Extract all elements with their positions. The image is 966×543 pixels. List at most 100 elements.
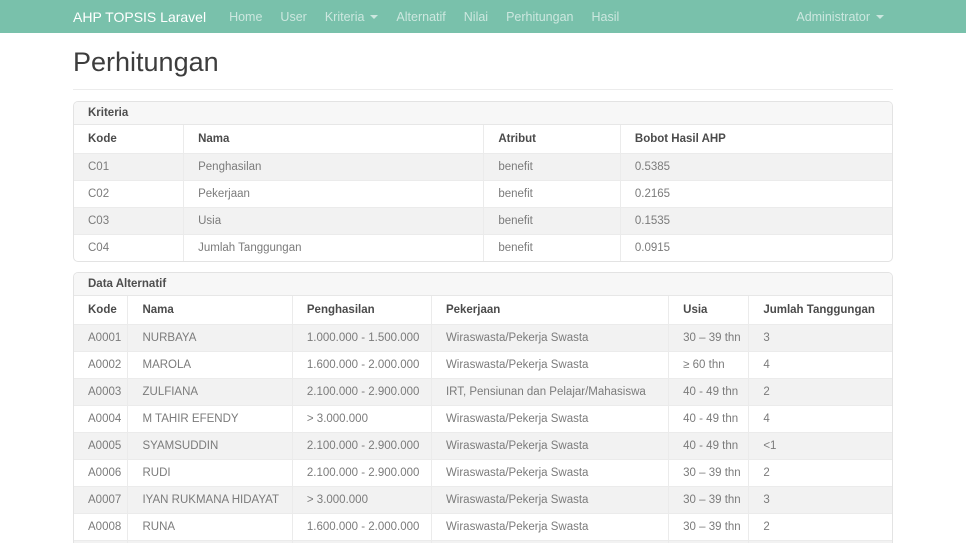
table-cell: 2.100.000 - 2.900.000 (291, 378, 432, 406)
nav-item-alternatif[interactable]: Alternatif (387, 10, 454, 24)
table-cell: Wiraswasta/Pekerja Swasta (430, 351, 670, 379)
user-menu-administrator[interactable]: Administrator (787, 10, 893, 24)
column-header-pekerjaan: Pekerjaan (430, 296, 670, 325)
nav-item-label: User (280, 9, 307, 24)
table-cell: RUNA (127, 513, 293, 541)
table-cell: A0004 (74, 405, 129, 433)
table-cell: 40 - 49 thn (668, 432, 750, 460)
title-divider (73, 89, 893, 90)
table-cell: A0008 (74, 513, 129, 541)
table-cell: 1.000.000 - 1.500.000 (291, 324, 432, 352)
table-cell: 2.100.000 - 2.900.000 (291, 459, 432, 487)
brand-link[interactable]: AHP TOPSIS Laravel (73, 9, 206, 25)
table-cell: C02 (74, 180, 185, 208)
column-header-kode: Kode (74, 296, 129, 325)
table-cell: C03 (74, 207, 185, 235)
table-cell: 30 – 39 thn (668, 324, 750, 352)
nav-item-label: Kriteria (324, 9, 365, 24)
table-row: C03 Usia benefit 0.1535 (74, 207, 892, 235)
table-cell: A0005 (74, 432, 129, 460)
main-content: Perhitungan Kriteria Kode Nama Atribut B… (73, 47, 893, 543)
table-cell: A0003 (74, 378, 129, 406)
table-cell: 40 - 49 thn (668, 378, 750, 406)
alternatif-table: Kode Nama Penghasilan Pekerjaan Usia Jum… (74, 296, 892, 543)
table-cell: benefit (483, 207, 621, 235)
kriteria-card: Kriteria Kode Nama Atribut Bobot Hasil A… (73, 101, 893, 262)
nav-item-nilai[interactable]: Nilai (455, 10, 497, 24)
table-cell: benefit (483, 153, 621, 181)
table-cell: Penghasilan (183, 153, 485, 181)
table-header-row: Kode Nama Penghasilan Pekerjaan Usia Jum… (74, 296, 892, 325)
table-cell: Wiraswasta/Pekerja Swasta (430, 459, 670, 487)
table-row: A0004 M TAHIR EFENDY > 3.000.000 Wiraswasta… (74, 405, 892, 433)
table-cell: Wiraswasta/Pekerja Swasta (430, 405, 670, 433)
table-cell: SYAMSUDDIN (127, 432, 293, 460)
table-cell: > 3.000.000 (291, 405, 432, 433)
table-cell: ZULFIANA (127, 378, 293, 406)
table-cell: 4 (748, 405, 892, 433)
nav-item-user[interactable]: User (271, 10, 315, 24)
table-cell: Wiraswasta/Pekerja Swasta (430, 324, 670, 352)
table-cell: M TAHIR EFENDY (127, 405, 293, 433)
table-cell: Jumlah Tanggungan (183, 234, 485, 261)
table-cell: 2 (748, 513, 892, 541)
nav-item-label: Perhitungan (506, 9, 574, 24)
table-cell: A0001 (74, 324, 129, 352)
nav-item-perhitungan[interactable]: Perhitungan (497, 10, 582, 24)
nav-menu: Home User Kriteria Alternatif Nilai Perh… (220, 10, 787, 24)
table-cell: A0006 (74, 459, 129, 487)
table-row: A0008 RUNA 1.600.000 - 2.000.000 Wiraswasta… (74, 513, 892, 541)
table-row: C02 Pekerjaan benefit 0.2165 (74, 180, 892, 208)
table-row: A0002 MAROLA 1.600.000 - 2.000.000 Wiraswas… (74, 351, 892, 379)
caret-down-icon (370, 14, 379, 19)
column-header-usia: Usia (668, 296, 750, 325)
table-cell: > 3.000.000 (291, 486, 432, 514)
nav-item-home[interactable]: Home (220, 10, 271, 24)
table-cell: Wiraswasta/Pekerja Swasta (430, 486, 670, 514)
page-title: Perhitungan (73, 47, 219, 77)
nav-item-label: Home (229, 9, 263, 24)
table-cell: 1.600.000 - 2.000.000 (291, 351, 432, 379)
caret-down-icon (876, 14, 884, 19)
nav-item-label: Nilai (463, 9, 489, 24)
nav-item-label: Hasil (591, 9, 620, 24)
table-cell: C04 (74, 234, 185, 261)
table-cell: IRT, Pensiunan dan Pelajar/Mahasiswa (430, 378, 670, 406)
table-cell: 0.5385 (619, 153, 892, 181)
table-cell: 2 (748, 459, 892, 487)
column-header-kode: Kode (74, 125, 185, 154)
column-header-nama: Nama (183, 125, 485, 154)
table-cell: IYAN RUKMANA HIDAYAT (127, 486, 293, 514)
alternatif-card-header: Data Alternatif (74, 273, 892, 296)
kriteria-card-header: Kriteria (74, 102, 892, 125)
table-cell: 30 – 39 thn (668, 459, 750, 487)
table-cell: <1 (748, 432, 892, 460)
alternatif-card: Data Alternatif Kode Nama Penghasilan Pe… (73, 272, 893, 543)
table-row: C04 Jumlah Tanggungan benefit 0.0915 (74, 234, 892, 261)
table-cell: ≥ 60 thn (668, 351, 750, 379)
column-header-jumlah-tanggungan: Jumlah Tanggungan (748, 296, 892, 325)
nav-item-hasil[interactable]: Hasil (583, 10, 629, 24)
table-row: C01 Penghasilan benefit 0.5385 (74, 153, 892, 181)
table-cell: RUDI (127, 459, 293, 487)
table-cell: 4 (748, 351, 892, 379)
table-cell: Pekerjaan (183, 180, 485, 208)
table-cell: 2 (748, 378, 892, 406)
column-header-bobot: Bobot Hasil AHP (619, 125, 892, 154)
table-cell: NURBAYA (127, 324, 293, 352)
table-row: A0006 RUDI 2.100.000 - 2.900.000 Wiraswasta… (74, 459, 892, 487)
top-navbar: AHP TOPSIS Laravel Home User Kriteria Al… (0, 0, 966, 33)
nav-item-kriteria-dropdown[interactable]: Kriteria (316, 10, 388, 24)
table-cell: benefit (483, 234, 621, 261)
table-cell: 30 – 39 thn (668, 486, 750, 514)
table-cell: Wiraswasta/Pekerja Swasta (430, 513, 670, 541)
table-cell: 0.1535 (619, 207, 892, 235)
column-header-nama: Nama (127, 296, 293, 325)
table-header-row: Kode Nama Atribut Bobot Hasil AHP (74, 125, 892, 154)
column-header-atribut: Atribut (483, 125, 621, 154)
table-cell: 3 (748, 486, 892, 514)
table-cell: 2.100.000 - 2.900.000 (291, 432, 432, 460)
table-cell: 40 - 49 thn (668, 405, 750, 433)
table-cell: C01 (74, 153, 185, 181)
table-row: A0007 IYAN RUKMANA HIDAYAT > 3.000.000 Wira… (74, 486, 892, 514)
